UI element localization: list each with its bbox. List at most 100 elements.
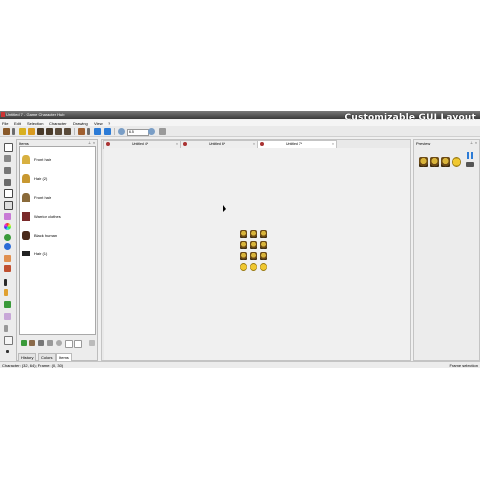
menu-help[interactable]: ? (108, 121, 110, 126)
zoom-select[interactable]: 6.5 (127, 129, 149, 136)
grid-pattern-icon[interactable] (4, 265, 11, 272)
menu-file[interactable]: File (2, 121, 8, 126)
tool-strip (0, 139, 16, 361)
new-icon[interactable] (19, 128, 26, 135)
drawing-canvas[interactable] (104, 148, 410, 360)
zoom-in-icon[interactable] (148, 128, 155, 135)
menu-selection[interactable]: Selection (27, 121, 43, 126)
close-icon[interactable]: × (176, 142, 178, 146)
blank-icon[interactable] (65, 340, 73, 348)
transform-tool-icon[interactable] (4, 213, 11, 220)
rectangle-fill-icon[interactable] (4, 201, 13, 210)
move-down-icon[interactable] (47, 340, 53, 346)
items-list: Front hair Hair (2) Front hair Warrior c… (19, 146, 96, 335)
dropdown-arrow-icon[interactable] (87, 128, 90, 135)
hat-icon[interactable] (37, 128, 44, 135)
app-icon (1, 112, 5, 117)
sprite-sheet[interactable] (240, 230, 278, 276)
document-icon (260, 142, 264, 146)
refresh-icon[interactable] (4, 243, 11, 250)
preview-frame-icon (441, 157, 450, 167)
color-wheel-icon[interactable] (4, 223, 11, 230)
move-up-icon[interactable] (38, 340, 44, 346)
picker-tool-icon[interactable] (4, 325, 8, 332)
list-item-label: Hair (2) (34, 176, 48, 181)
redo-icon[interactable] (104, 128, 111, 135)
close-icon[interactable]: × (253, 142, 255, 146)
pause-icon[interactable] (467, 152, 469, 159)
zoom-out-icon[interactable] (118, 128, 125, 135)
brush-tool-icon[interactable] (4, 289, 8, 296)
hair-icon (22, 193, 30, 202)
close-icon[interactable]: × (332, 142, 334, 146)
pointer-tool-icon[interactable] (4, 179, 11, 186)
list-item[interactable]: Black human (22, 231, 92, 240)
remove-icon[interactable] (56, 340, 62, 346)
list-item-label: Black human (34, 233, 58, 238)
select-tool-icon[interactable] (4, 143, 13, 152)
undo-icon[interactable] (94, 128, 101, 135)
tab-label: Untitled 7* (286, 142, 303, 146)
hair-icon (22, 251, 30, 256)
tab-label: Untitled 6* (209, 142, 226, 146)
fill-tool-icon[interactable] (4, 301, 11, 308)
add-item-icon[interactable] (21, 340, 27, 346)
items-actions (19, 336, 96, 351)
character-item-icon[interactable] (29, 340, 35, 346)
sprite-icon[interactable] (78, 128, 85, 135)
sprite-frame (250, 241, 257, 249)
close-icon[interactable]: × (475, 141, 477, 145)
list-item[interactable]: Warrior clothes (22, 212, 92, 221)
window-title: Untitled 7 - Game Character Hub (6, 112, 65, 117)
toolbar: 6.5 (0, 126, 480, 137)
speed-icon[interactable] (466, 162, 474, 167)
hair-icon (22, 174, 30, 183)
document-icon (183, 142, 187, 146)
pause-icon[interactable] (471, 152, 473, 159)
delete-icon[interactable] (89, 340, 95, 346)
dropdown-arrow-icon[interactable] (12, 128, 15, 135)
save-as-icon[interactable] (64, 128, 71, 135)
close-icon[interactable]: × (93, 141, 95, 145)
list-item[interactable]: Hair (2) (22, 174, 92, 183)
clothes-icon (22, 212, 30, 221)
character-icon[interactable] (3, 128, 10, 135)
layers-icon[interactable] (4, 255, 11, 262)
list-item[interactable]: Front hair (22, 155, 92, 164)
preview-frame-icon (419, 157, 428, 167)
sprite-frame (260, 241, 267, 249)
document-icon (106, 142, 110, 146)
menu-edit[interactable]: Edit (14, 121, 21, 126)
pin-icon[interactable]: ⊥ (470, 141, 473, 145)
preview-panel: Preview ⊥ × (413, 139, 480, 361)
list-item[interactable]: Hair (1) (22, 249, 92, 258)
duplicate-icon[interactable] (74, 340, 82, 348)
rectangle-tool-icon[interactable] (4, 189, 13, 198)
pencil-tool-icon[interactable] (4, 279, 7, 286)
menu-drawing[interactable]: Drawing (73, 121, 88, 126)
menu-character[interactable]: Character (49, 121, 67, 126)
line-tool-icon[interactable] (4, 167, 11, 174)
grid-icon[interactable] (159, 128, 166, 135)
menu-view[interactable]: View (94, 121, 103, 126)
hat-alt-icon[interactable] (46, 128, 53, 135)
clear-tool-icon[interactable] (4, 336, 13, 345)
preview-panel-title: Preview (416, 141, 431, 146)
eraser-tool-icon[interactable] (4, 313, 11, 320)
sprite-frame (240, 252, 247, 260)
status-text: Character: (32, 64); Frame: (0, 30) (2, 363, 64, 368)
expand-arrow-icon[interactable] (6, 350, 9, 353)
sprite-frame (240, 241, 247, 249)
rotate-tool-icon[interactable] (4, 234, 11, 241)
open-folder-icon[interactable] (28, 128, 35, 135)
move-tool-icon[interactable] (4, 155, 11, 162)
sprite-frame (250, 252, 257, 260)
list-item-label: Hair (1) (34, 251, 48, 256)
sprite-frame (250, 230, 257, 238)
list-item[interactable]: Front hair (22, 193, 92, 202)
list-item-label: Front hair (34, 157, 52, 162)
save-icon[interactable] (55, 128, 62, 135)
sprite-frame (260, 252, 267, 260)
pin-icon[interactable]: ⊥ (88, 141, 91, 145)
tab-label: Untitled 4* (132, 142, 149, 146)
